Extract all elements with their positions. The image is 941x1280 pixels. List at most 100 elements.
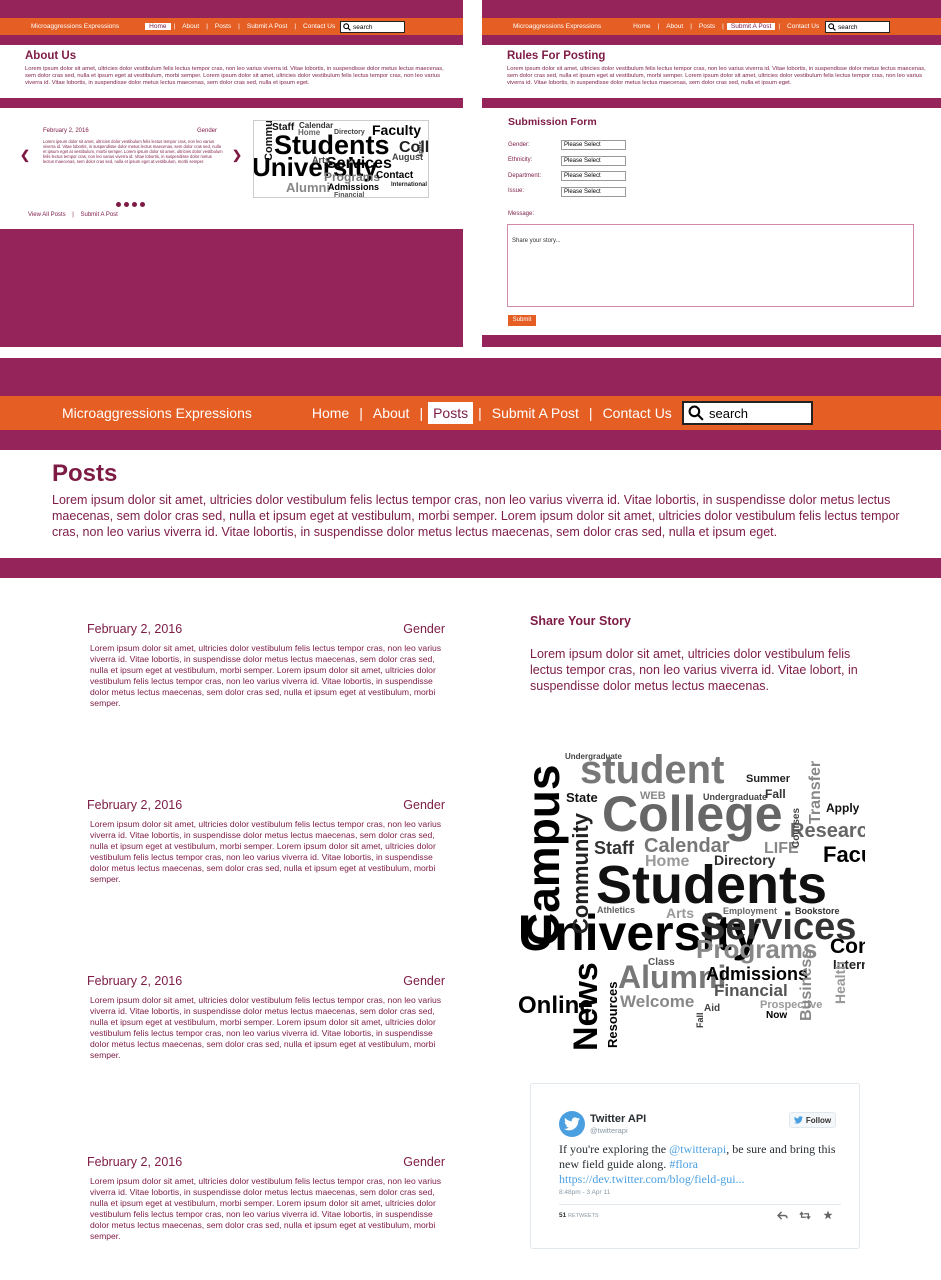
post-text: Lorem ipsum dolor sit amet, ultricies do… (90, 1176, 442, 1241)
gender-select[interactable]: Please Select (561, 140, 626, 150)
cloud-word: Financial (714, 981, 788, 1000)
nav-submit[interactable]: Submit A Post (487, 405, 584, 421)
search-input[interactable]: search (825, 21, 890, 33)
nav-contact[interactable]: Contact Us (783, 23, 823, 30)
carousel-dot[interactable] (124, 202, 129, 207)
nav-posts[interactable]: Posts (428, 402, 474, 424)
posts-intro: Lorem ipsum dolor sit amet, ultricies do… (52, 493, 900, 539)
nav-separator: | (294, 23, 297, 30)
post-item[interactable]: February 2, 2016 Gender Lorem ipsum dolo… (87, 1155, 450, 1242)
nav-submit[interactable]: Submit A Post (243, 23, 291, 30)
carousel-dot[interactable] (116, 202, 121, 207)
brand-title[interactable]: Microaggressions Expressions (62, 405, 252, 421)
tweet-author-handle[interactable]: @twitterapi (590, 1126, 628, 1135)
cloud-word: Transfer (807, 760, 824, 824)
nav-separator: | (690, 23, 692, 30)
department-select[interactable]: Please Select (561, 171, 626, 181)
nav-separator: | (657, 23, 660, 30)
nav-posts[interactable]: Posts (211, 23, 235, 30)
brand-title[interactable]: Microaggressions Expressions (513, 23, 601, 30)
cloud-word: Community (263, 120, 275, 161)
carousel-next-icon[interactable]: ❯ (232, 148, 242, 162)
tweet-mention-link[interactable]: @twitterapi (669, 1142, 726, 1156)
search-icon (828, 23, 836, 31)
post-date: February 2, 2016 (87, 798, 183, 812)
page-title: Posts (52, 460, 118, 487)
follow-button[interactable]: Follow (789, 1112, 836, 1128)
ethnicity-select[interactable]: Please Select (561, 156, 626, 166)
cloud-word: Business (798, 949, 815, 1021)
retweet-count: 51 (559, 1212, 567, 1219)
page-title: About Us (25, 50, 77, 62)
nav-separator: | (778, 23, 781, 30)
nav-contact[interactable]: Contact Us (299, 23, 339, 30)
cloud-word: Courses (791, 807, 802, 848)
carousel-prev-icon[interactable]: ❮ (20, 148, 30, 162)
cloud-word: Faculty (823, 842, 865, 867)
post-item[interactable]: February 2, 2016 Gender Lorem ipsum dolo… (87, 622, 450, 709)
post-item[interactable]: February 2, 2016 Gender Lorem ipsum dolo… (87, 798, 450, 885)
nav-about[interactable]: About (178, 23, 203, 30)
post-text: Lorem ipsum dolor sit amet, ultricies do… (90, 643, 442, 708)
message-label: Message: (508, 211, 535, 217)
divider-band (482, 98, 941, 108)
nav-separator: | (722, 23, 724, 30)
cloud-word: Arts (312, 155, 331, 165)
post-header: February 2, 2016 Gender (87, 1155, 450, 1169)
message-textarea[interactable]: Share your story... (507, 224, 914, 307)
nav-posts[interactable]: Posts (695, 23, 719, 30)
issue-select[interactable]: Please Select (561, 187, 626, 197)
nav-submit[interactable]: Submit A Post (726, 23, 776, 30)
post-date: February 2, 2016 (87, 974, 183, 988)
cloud-word: Admissions (328, 182, 380, 192)
post-text: Lorem ipsum dolor sit amet, ultricies do… (90, 995, 442, 1060)
submit-button[interactable]: Submit (508, 315, 536, 326)
nav-about[interactable]: About (368, 405, 415, 421)
nav-home[interactable]: Home (307, 405, 354, 421)
twitter-bird-icon (559, 1111, 585, 1137)
tweet-hashtag-link[interactable]: #flora (669, 1157, 698, 1171)
nav-separator: | (478, 405, 482, 421)
carousel-dots (116, 202, 145, 207)
post-date: February 2, 2016 (87, 1155, 183, 1169)
carousel-dot[interactable] (132, 202, 137, 207)
tweet-url-link[interactable]: https://dev.twitter.com/blog/field-gui..… (559, 1172, 745, 1186)
nav-contact[interactable]: Contact Us (598, 405, 677, 421)
tweet-author-name[interactable]: Twitter API (590, 1113, 646, 1125)
cloud-word: Apply (826, 801, 860, 815)
cloud-word: Financial (334, 192, 365, 198)
post-item[interactable]: February 2, 2016 Gender Lorem ipsum dolo… (87, 974, 450, 1061)
post-header: February 2, 2016 Gender (87, 622, 450, 636)
reply-icon[interactable] (777, 1211, 788, 1220)
carousel-dot[interactable] (140, 202, 145, 207)
nav-links: Home | About | Posts | Submit A Post | Conta… (629, 23, 823, 30)
search-placeholder: search (353, 23, 373, 31)
rules-page: Microaggressions Expressions Home | About… (482, 0, 941, 347)
cloud-word: College (602, 786, 783, 842)
cloud-word: College (399, 139, 429, 156)
tweet-text: If you're exploring the @twitterapi, be … (559, 1142, 844, 1187)
cloud-word: Fall (695, 1012, 705, 1028)
nav-home[interactable]: Home (629, 23, 654, 30)
about-page: Microaggressions Expressions Home | About… (0, 0, 463, 347)
brand-title[interactable]: Microaggressions Expressions (31, 23, 119, 30)
cloud-word: Contact (376, 170, 414, 181)
post-header: February 2, 2016 Gender (87, 798, 450, 812)
tweet-timestamp[interactable]: 8:48pm - 3 Apr 11 (559, 1189, 610, 1196)
cloud-word: Aid (704, 1003, 721, 1014)
cloud-word: Campus (518, 764, 569, 946)
favorite-star-icon[interactable] (823, 1210, 833, 1220)
submit-post-link[interactable]: Submit A Post (80, 212, 117, 218)
nav-about[interactable]: About (662, 23, 687, 30)
cloud-word: Health (832, 961, 848, 1004)
nav-home[interactable]: Home (145, 23, 171, 30)
tweet-card[interactable]: Twitter API @twitterapi Follow If you're… (530, 1083, 860, 1249)
view-all-posts-link[interactable]: View All Posts (28, 212, 66, 218)
posts-page: Microaggressions Expressions Home | About… (0, 358, 941, 1280)
cloud-word: International (391, 182, 428, 188)
search-input[interactable]: search (682, 401, 813, 425)
tweet-text-part: If you're exploring the (559, 1142, 670, 1156)
search-input[interactable]: search (340, 21, 405, 33)
cloud-word: Welcome (620, 992, 695, 1011)
retweet-icon[interactable] (799, 1211, 811, 1220)
